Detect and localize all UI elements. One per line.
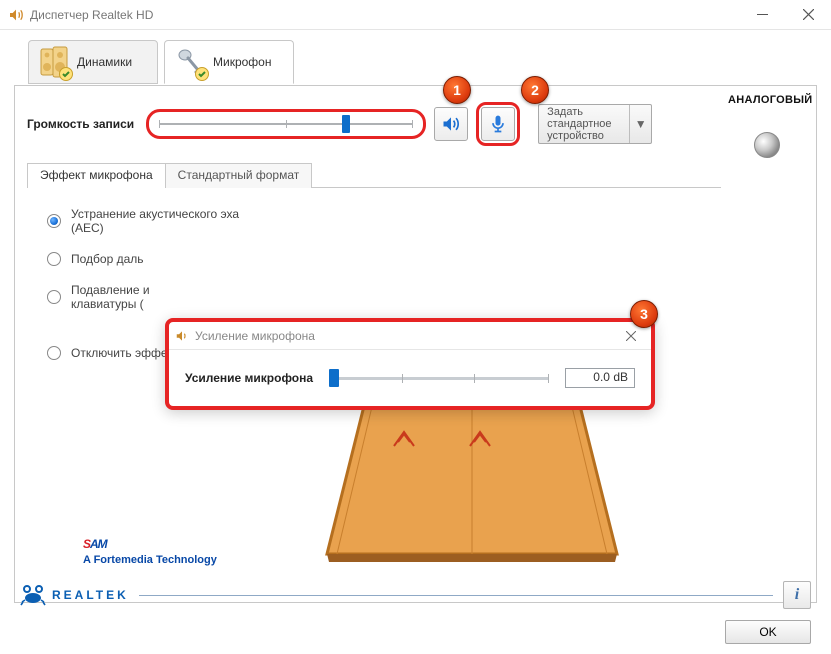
sidebar-title: АНАЛОГОВЫЙ (728, 94, 806, 106)
recording-volume-label: Громкость записи (27, 117, 138, 131)
radio-icon (47, 346, 61, 360)
mic-icon (488, 114, 508, 134)
tab-mic-effect[interactable]: Эффект микрофона (27, 163, 166, 188)
check-badge-icon (59, 67, 73, 81)
tab-microphone-label: Микрофон (213, 55, 271, 69)
titlebar: Диспетчер Realtek HD (0, 0, 831, 30)
star-marker-icon (468, 430, 492, 448)
mic-boost-dialog: Усиление микрофона Усиление микрофона 0.… (165, 318, 655, 410)
sam-tagline: A Fortemedia Technology (83, 554, 217, 566)
radio-icon (47, 252, 61, 266)
set-default-device-button[interactable]: Задать стандартное устройство ▼ (538, 104, 652, 144)
set-default-device-label: Задать стандартное устройство (539, 102, 629, 146)
mic-boost-button[interactable] (481, 107, 515, 141)
effect-farfield-label: Подбор даль (71, 252, 144, 266)
tab-microphone[interactable]: Микрофон (164, 40, 294, 84)
realtek-logo: REALTEK (20, 584, 129, 606)
sam-logo: SAM A Fortemedia Technology (83, 515, 217, 566)
tab-speakers[interactable]: Динамики (28, 40, 158, 84)
annotation-badge-2: 2 (521, 76, 549, 104)
recording-volume-row: Громкость записи Задать стандартн (27, 100, 721, 148)
chevron-down-icon: ▼ (629, 105, 651, 143)
audio-jack-indicator[interactable] (754, 132, 780, 158)
close-button[interactable] (785, 0, 831, 30)
floor-graphic (317, 394, 627, 564)
mic-boost-title: Усиление микрофона (195, 329, 617, 343)
device-tabs: Динамики Микрофон (14, 40, 817, 86)
ok-button[interactable]: OK (725, 620, 811, 644)
annotation-badge-3: 3 (630, 300, 658, 328)
mic-boost-value: 0.0 dB (565, 368, 635, 388)
tab-standard-format[interactable]: Стандартный формат (165, 163, 313, 188)
mic-boost-label: Усиление микрофона (185, 371, 313, 385)
effect-aec[interactable]: Устранение акустического эха (AEC) (47, 202, 721, 240)
mute-button[interactable] (434, 107, 468, 141)
body-area: Динамики Микрофон Громкость записи (0, 30, 831, 654)
check-badge-icon (195, 67, 209, 81)
speaker-icon (175, 329, 189, 343)
effect-keyboard-suppression[interactable]: Подавление и клавиатуры ( (47, 278, 721, 316)
radio-icon (47, 214, 61, 228)
sound-icon (441, 114, 461, 134)
minimize-button[interactable] (739, 0, 785, 30)
radio-icon (47, 290, 61, 304)
realtek-text: REALTEK (52, 588, 129, 602)
mic-subtabs: Эффект микрофона Стандартный формат (27, 162, 721, 188)
tab-speakers-label: Динамики (77, 55, 132, 69)
mic-boost-slider[interactable] (329, 377, 549, 380)
annotation-badge-1: 1 (443, 76, 471, 104)
mic-boost-button-highlight (476, 102, 520, 146)
effect-aec-label: Устранение акустического эха (AEC) (71, 207, 271, 235)
speaker-icon (8, 7, 24, 23)
star-marker-icon (392, 430, 416, 448)
info-button[interactable]: i (783, 581, 811, 609)
realtek-bar: REALTEK i (20, 580, 811, 610)
effect-keyboard-label: Подавление и клавиатуры ( (71, 283, 191, 311)
sidebar: АНАЛОГОВЫЙ (728, 94, 806, 158)
window-title: Диспетчер Realtek HD (30, 8, 739, 22)
effect-farfield[interactable]: Подбор даль (47, 240, 721, 278)
mic-boost-titlebar: Усиление микрофона (169, 322, 651, 350)
recording-volume-slider[interactable] (146, 109, 426, 139)
crab-icon (20, 584, 46, 606)
